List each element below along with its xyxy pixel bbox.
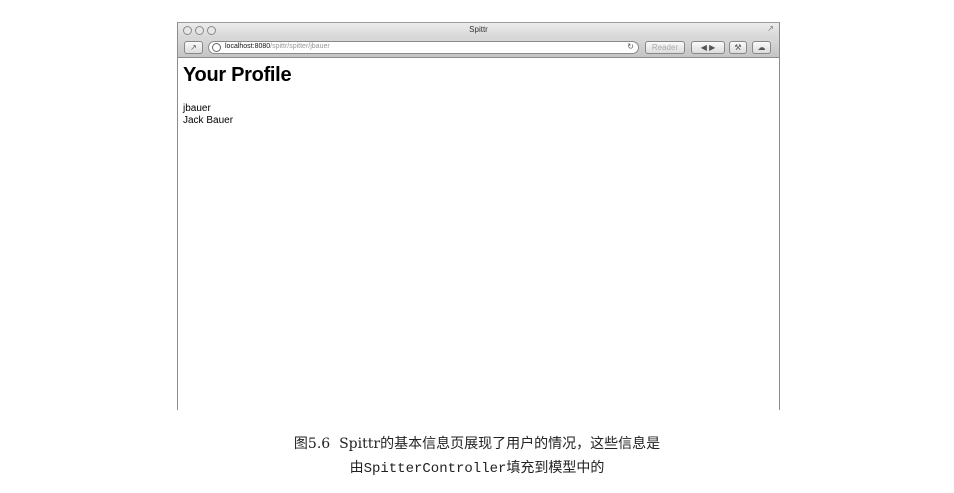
- settings-button[interactable]: ⚒: [729, 41, 747, 54]
- share-icon: ↗: [190, 43, 197, 52]
- fullscreen-icon[interactable]: ↗: [767, 24, 774, 33]
- cloud-icon: ☁: [757, 43, 766, 52]
- page-content: Your Profile jbauer Jack Bauer: [178, 58, 779, 410]
- browser-window: Spittr ↗ ↗ localhost:8080/spittr/spitter…: [177, 22, 780, 410]
- share-button[interactable]: ↗: [184, 41, 203, 54]
- caption-prefix: 由: [349, 460, 364, 476]
- icloud-button[interactable]: ☁: [752, 41, 771, 54]
- caption-suffix: 填充到模型中的: [506, 460, 605, 476]
- globe-icon: [212, 43, 221, 52]
- url-path: /spittr/spitter/jbauer: [270, 43, 330, 50]
- profile-full-name: Jack Bauer: [183, 115, 234, 126]
- wrench-icon: ⚒: [734, 43, 742, 52]
- url-text: localhost:8080/spittr/spitter/jbauer: [225, 43, 330, 50]
- figure-number: 图5.6: [293, 436, 331, 452]
- reader-button[interactable]: Reader: [645, 41, 685, 54]
- back-icon[interactable]: ◀: [701, 43, 707, 52]
- address-bar[interactable]: localhost:8080/spittr/spitter/jbauer ↻: [208, 41, 639, 54]
- caption-text-1: Spittr的基本信息页展现了用户的情况，这些信息是: [339, 436, 661, 452]
- window-title: Spittr: [469, 25, 488, 34]
- title-bar: Spittr ↗: [178, 22, 779, 38]
- figure-caption-line2: 由SpitterController填充到模型中的: [0, 457, 954, 477]
- caption-code: SpitterController: [363, 461, 507, 477]
- profile-username: jbauer: [183, 103, 211, 114]
- back-forward-buttons[interactable]: ◀ ▶: [691, 41, 725, 54]
- url-host: localhost:8080: [225, 43, 271, 50]
- browser-toolbar: ↗ localhost:8080/spittr/spitter/jbauer ↻…: [178, 38, 779, 58]
- page-title: Your Profile: [183, 64, 292, 86]
- reload-icon[interactable]: ↻: [627, 42, 634, 51]
- forward-icon[interactable]: ▶: [709, 43, 715, 52]
- figure-caption-line1: 图5.6 Spittr的基本信息页展现了用户的情况，这些信息是: [0, 433, 954, 453]
